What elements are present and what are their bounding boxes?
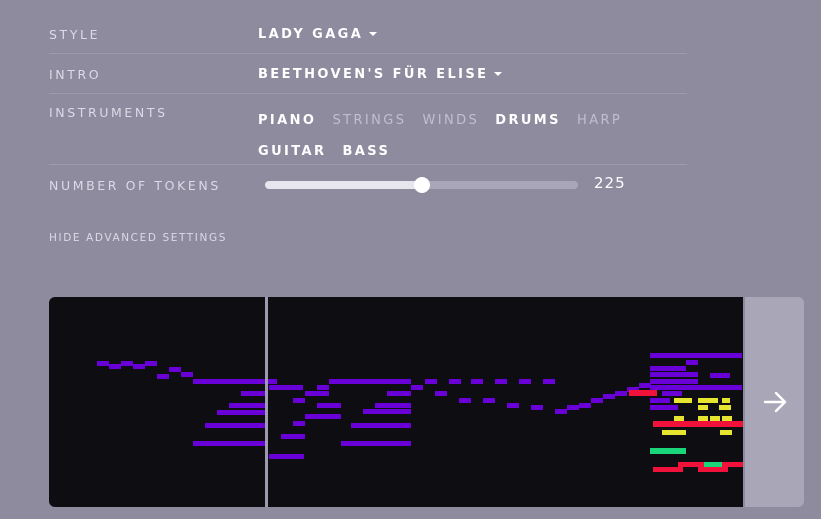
divider	[49, 53, 687, 54]
hide-advanced-settings-link[interactable]: HIDE ADVANCED SETTINGS	[49, 232, 227, 244]
instruments-label: INSTRUMENTS	[49, 105, 168, 120]
intro-value: BEETHOVEN'S FÜR ELISE	[258, 67, 489, 82]
drum-notes	[662, 398, 732, 435]
chevron-down-icon	[494, 71, 503, 76]
instrument-strings[interactable]: STRINGS	[332, 105, 406, 136]
instrument-harp[interactable]: HARP	[577, 105, 622, 136]
style-label: STYLE	[49, 27, 101, 42]
instrument-piano[interactable]: PIANO	[258, 105, 316, 136]
tokens-slider-thumb[interactable]	[413, 177, 430, 193]
instrument-guitar[interactable]: GUITAR	[258, 136, 326, 167]
style-value: LADY GAGA	[258, 27, 364, 42]
tokens-label: NUMBER OF TOKENS	[49, 178, 221, 193]
intro-label: INTRO	[49, 67, 102, 82]
tokens-value: 225	[594, 174, 626, 192]
divider	[49, 93, 687, 94]
chevron-down-icon	[369, 31, 378, 36]
piano-roll	[49, 297, 743, 507]
playhead[interactable]	[265, 297, 268, 507]
instrument-bass[interactable]: BASS	[343, 136, 391, 167]
next-button[interactable]	[745, 297, 804, 507]
intro-dropdown[interactable]: BEETHOVEN'S FÜR ELISE	[258, 67, 503, 82]
tokens-slider-fill	[265, 181, 422, 189]
instrument-list: PIANO STRINGS WINDS DRUMS HARP GUITAR BA…	[258, 105, 678, 167]
piano-notes	[97, 353, 742, 459]
instrument-drums[interactable]: DRUMS	[495, 105, 561, 136]
tokens-slider[interactable]	[265, 177, 578, 193]
instrument-winds[interactable]: WINDS	[422, 105, 479, 136]
arrow-right-icon	[763, 391, 786, 413]
piano-roll-canvas	[97, 297, 743, 507]
style-dropdown[interactable]: LADY GAGA	[258, 27, 378, 42]
divider	[49, 164, 687, 165]
